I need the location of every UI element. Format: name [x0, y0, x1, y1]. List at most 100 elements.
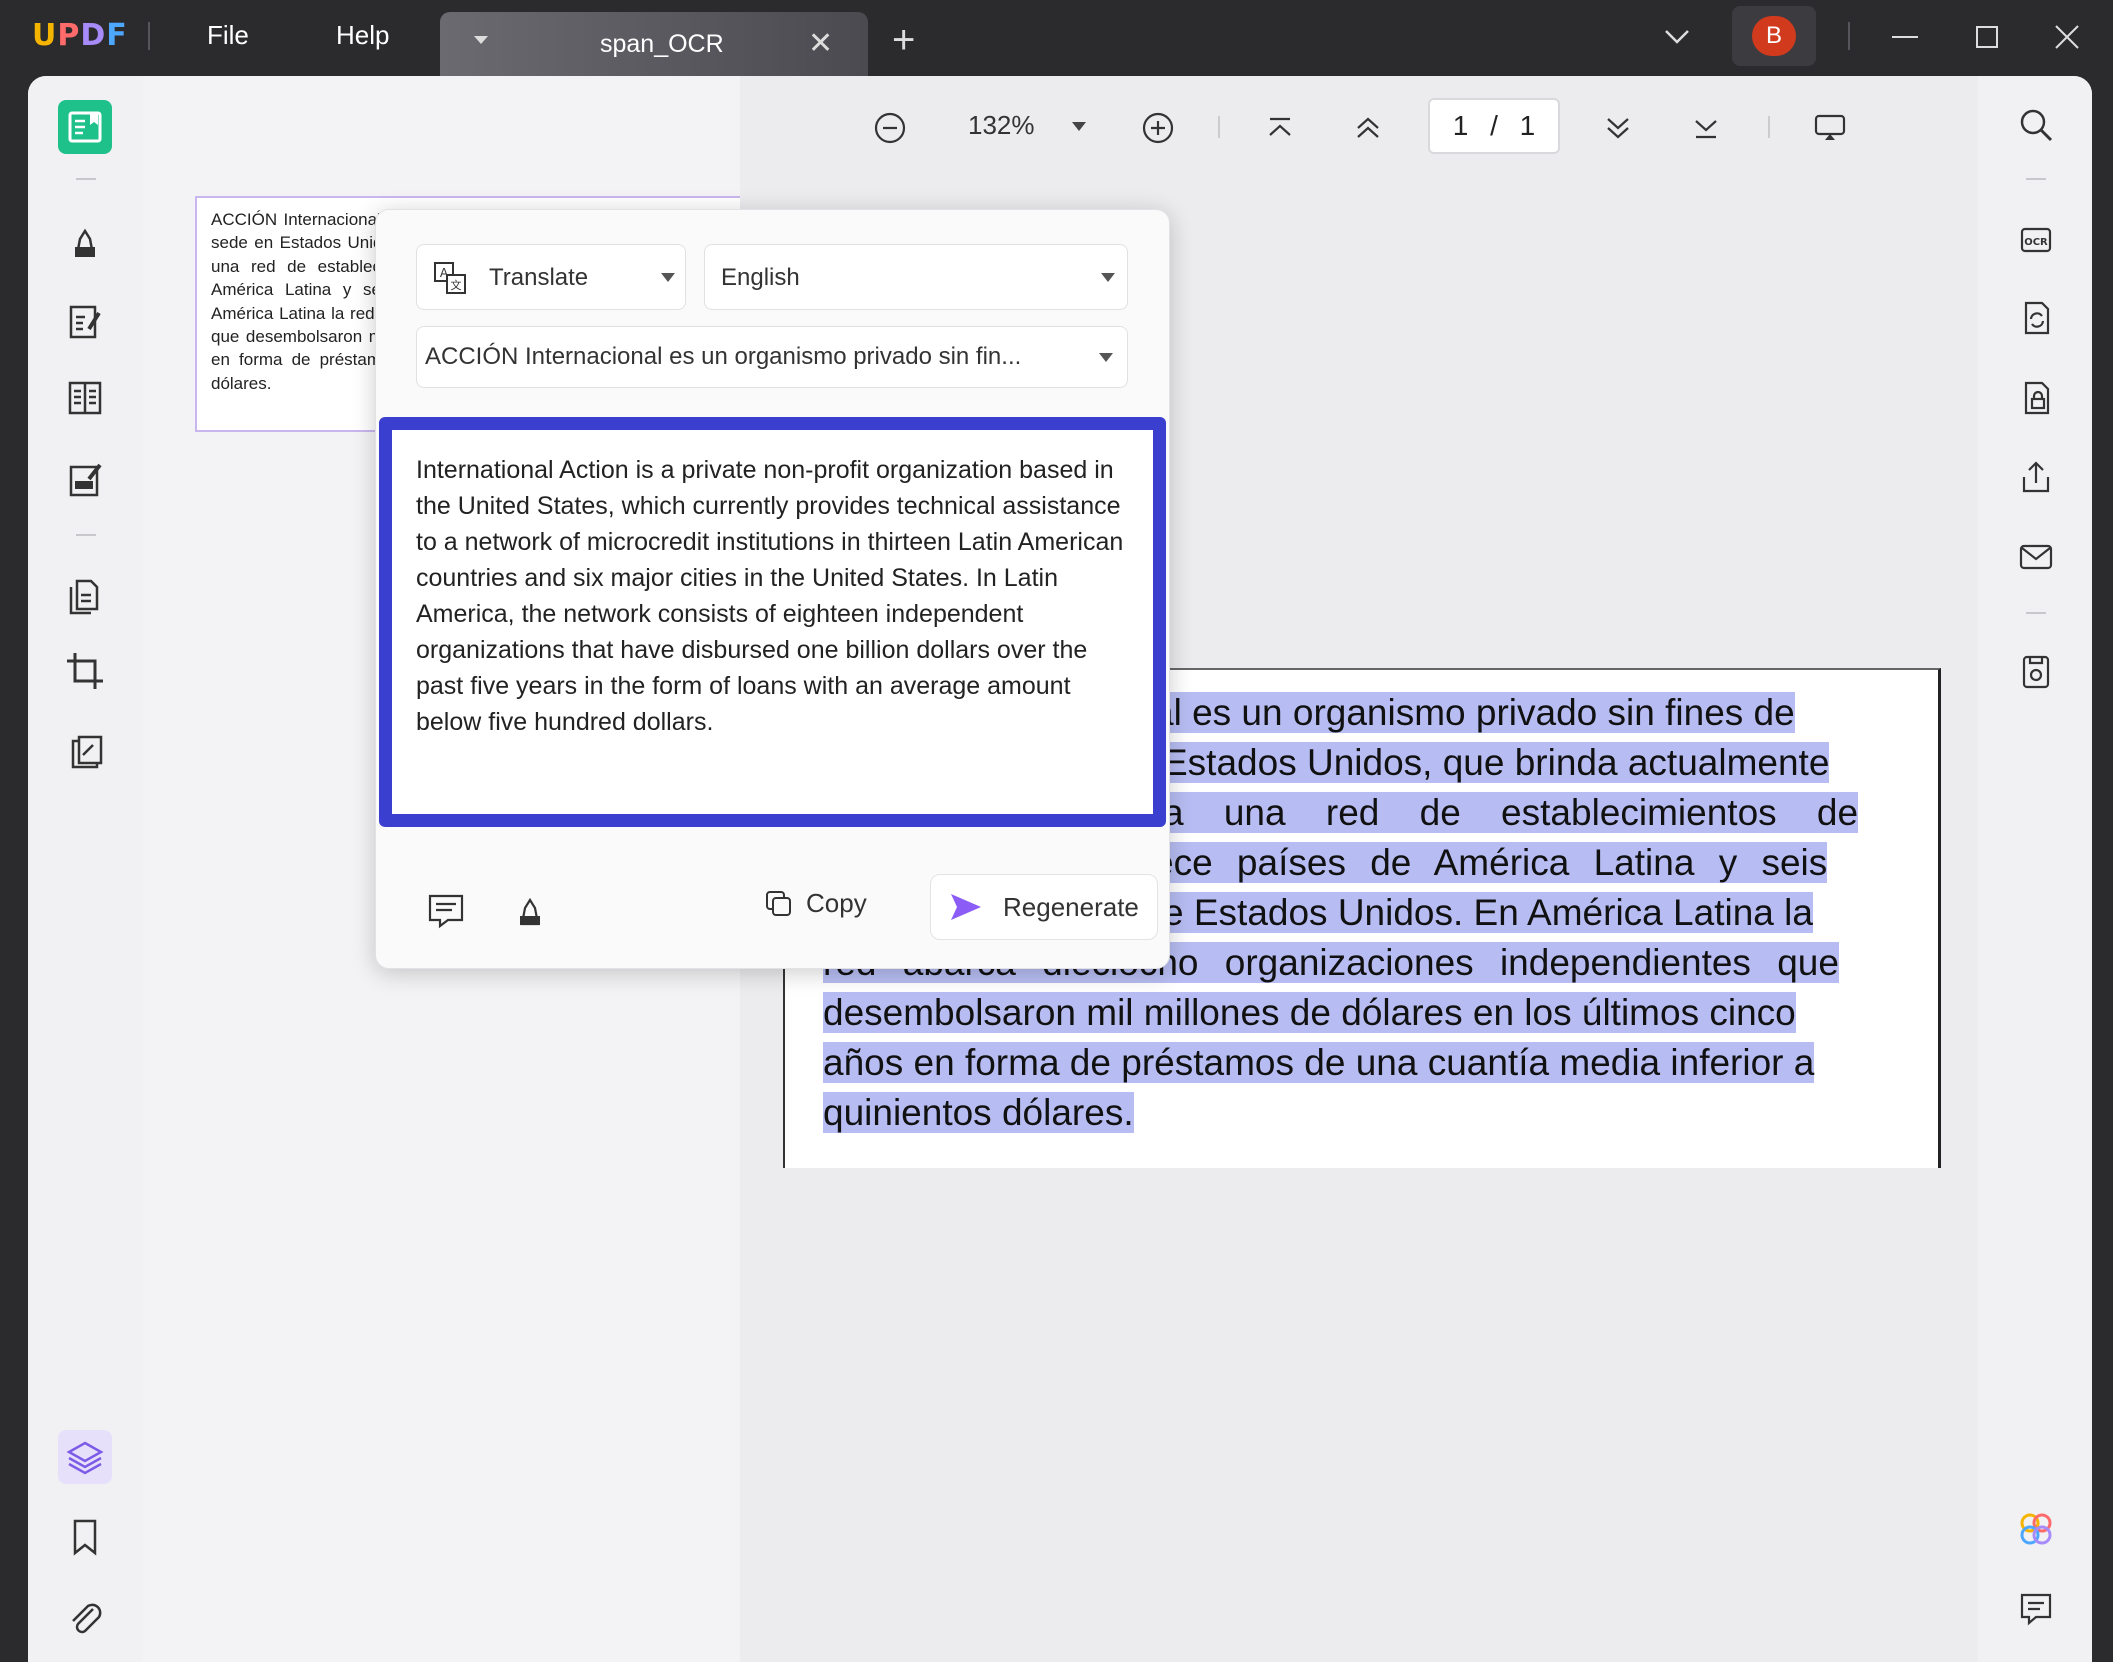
- bookmarks-button[interactable]: [58, 1510, 112, 1564]
- text-line: al es un organismo privado sin fines de: [1153, 692, 1795, 733]
- previous-page-button[interactable]: [1346, 106, 1390, 150]
- reader-icon: [68, 111, 102, 143]
- ocr-icon: OCR: [2020, 227, 2052, 253]
- language-select[interactable]: English: [704, 244, 1128, 310]
- edit-pdf-button[interactable]: [58, 294, 112, 348]
- menu-file[interactable]: File: [207, 20, 249, 51]
- left-toolbar: [28, 76, 143, 1662]
- new-tab-button[interactable]: +: [892, 20, 915, 60]
- attachments-button[interactable]: [58, 1590, 112, 1644]
- translation-text: International Action is a private non-pr…: [416, 456, 1124, 736]
- text-line: desembolsaron mil millones de dólares en…: [823, 992, 1796, 1033]
- text-line: quinientos dólares.: [823, 1092, 1134, 1133]
- organize-pages-icon: [69, 579, 99, 615]
- ai-assistant-button[interactable]: [2013, 1506, 2059, 1552]
- total-pages: 1: [1519, 110, 1536, 141]
- copy-icon: [766, 890, 791, 916]
- tab-dropdown-icon[interactable]: [474, 36, 488, 44]
- svg-text:文: 文: [451, 278, 462, 292]
- email-button[interactable]: [2013, 534, 2059, 580]
- text-line: años en forma de préstamos de una cuantí…: [823, 1042, 1815, 1083]
- form-edit-icon: [69, 463, 102, 497]
- maximize-icon[interactable]: [1972, 22, 2002, 52]
- zoom-dropdown-icon[interactable]: [1072, 122, 1086, 131]
- avatar-initial: B: [1752, 16, 1796, 56]
- zoom-level[interactable]: 132%: [968, 110, 1035, 141]
- first-page-button[interactable]: [1258, 106, 1302, 150]
- protect-button[interactable]: [58, 726, 112, 780]
- zoom-out-icon: [874, 112, 906, 144]
- organize-pages-button[interactable]: [58, 568, 112, 622]
- last-page-button[interactable]: [1684, 106, 1728, 150]
- tab-close-icon[interactable]: ✕: [808, 26, 833, 61]
- source-text-select[interactable]: ACCIÓN Internacional es un organismo pri…: [416, 326, 1128, 388]
- protect-password-button[interactable]: [2013, 374, 2059, 420]
- translate-icon: A文: [434, 262, 466, 294]
- save-icon: [2022, 655, 2050, 689]
- document-tab[interactable]: span_OCR ✕: [440, 12, 868, 76]
- translation-result[interactable]: International Action is a private non-pr…: [379, 417, 1166, 827]
- mode-select[interactable]: A文 Translate: [416, 244, 686, 310]
- text-line: ece países de América Latina y seis: [1153, 842, 1828, 883]
- first-page-icon: [1269, 117, 1291, 136]
- comments-panel-button[interactable]: [2013, 1586, 2059, 1632]
- title-bar: UPDF File Help span_OCR ✕ + B: [0, 0, 2113, 76]
- highlight-icon[interactable]: [510, 890, 550, 930]
- comment-tool-button[interactable]: [58, 216, 112, 270]
- regenerate-label: Regenerate: [1003, 891, 1139, 922]
- zoom-in-button[interactable]: [1136, 106, 1180, 150]
- regenerate-button[interactable]: Regenerate: [930, 874, 1158, 940]
- toolbar-separator: [1768, 116, 1770, 138]
- fill-sign-button[interactable]: [58, 452, 112, 506]
- ai-translate-popup: A文 Translate English ACCIÓN Internaciona…: [375, 209, 1170, 969]
- lock-file-icon: [2024, 381, 2050, 415]
- convert-icon: [2024, 301, 2050, 335]
- title-separator: [1848, 22, 1850, 50]
- tab-title: span_OCR: [600, 30, 724, 58]
- svg-text:OCR: OCR: [2024, 237, 2048, 248]
- share-icon: [2022, 461, 2050, 493]
- popup-footer: Copy Regenerate: [376, 840, 1169, 968]
- page-layout-button[interactable]: [58, 370, 112, 424]
- next-page-button[interactable]: [1596, 106, 1640, 150]
- updf-logo: UPDF: [32, 18, 128, 53]
- text-line: Estados Unidos, que brinda actualmente: [1163, 742, 1830, 783]
- zoom-in-icon: [1142, 112, 1174, 144]
- search-icon: [2020, 109, 2053, 142]
- toolbar-separator: [76, 534, 96, 536]
- app-window: UPDF File Help span_OCR ✕ + B ACCIÓN Int…: [0, 0, 2113, 1662]
- close-window-icon[interactable]: [2052, 22, 2082, 52]
- user-avatar[interactable]: B: [1732, 6, 1816, 66]
- presentation-button[interactable]: [1808, 106, 1852, 150]
- convert-button[interactable]: [2013, 294, 2059, 340]
- right-toolbar: OCR: [1978, 76, 2092, 1662]
- page-number-input[interactable]: 1 / 1: [1428, 98, 1560, 154]
- add-comment-icon[interactable]: [426, 890, 466, 930]
- caret-down-icon: [1099, 353, 1113, 362]
- share-button[interactable]: [2013, 454, 2059, 500]
- crop-icon: [67, 653, 103, 689]
- zoom-out-button[interactable]: [868, 106, 912, 150]
- toolbar-separator: [2026, 178, 2046, 180]
- ai-assistant-icon: [2020, 1513, 2052, 1545]
- toolbar-separator: [1218, 116, 1220, 138]
- toolbar-separator: [76, 178, 96, 180]
- crop-tool-button[interactable]: [58, 644, 112, 698]
- caret-down-icon: [661, 273, 675, 282]
- ocr-button[interactable]: OCR: [2013, 216, 2059, 262]
- minimize-icon[interactable]: [1890, 22, 1920, 52]
- source-text-preview: ACCIÓN Internacional es un organismo pri…: [425, 343, 1022, 370]
- text-line: a una red de establecimientos de: [1163, 792, 1859, 833]
- layers-button[interactable]: [58, 1430, 112, 1484]
- edit-pdf-icon: [69, 305, 101, 339]
- save-button[interactable]: [2013, 648, 2059, 694]
- copy-button[interactable]: Copy: [764, 888, 867, 919]
- mail-icon: [2019, 544, 2053, 570]
- chevron-down-icon[interactable]: [1662, 24, 1692, 48]
- menu-help[interactable]: Help: [336, 20, 389, 51]
- current-page: 1: [1452, 110, 1469, 141]
- reader-mode-button[interactable]: [58, 100, 112, 154]
- comment-list-icon: [2020, 1593, 2052, 1626]
- search-button[interactable]: [2013, 102, 2059, 148]
- layers-icon: [66, 1441, 104, 1475]
